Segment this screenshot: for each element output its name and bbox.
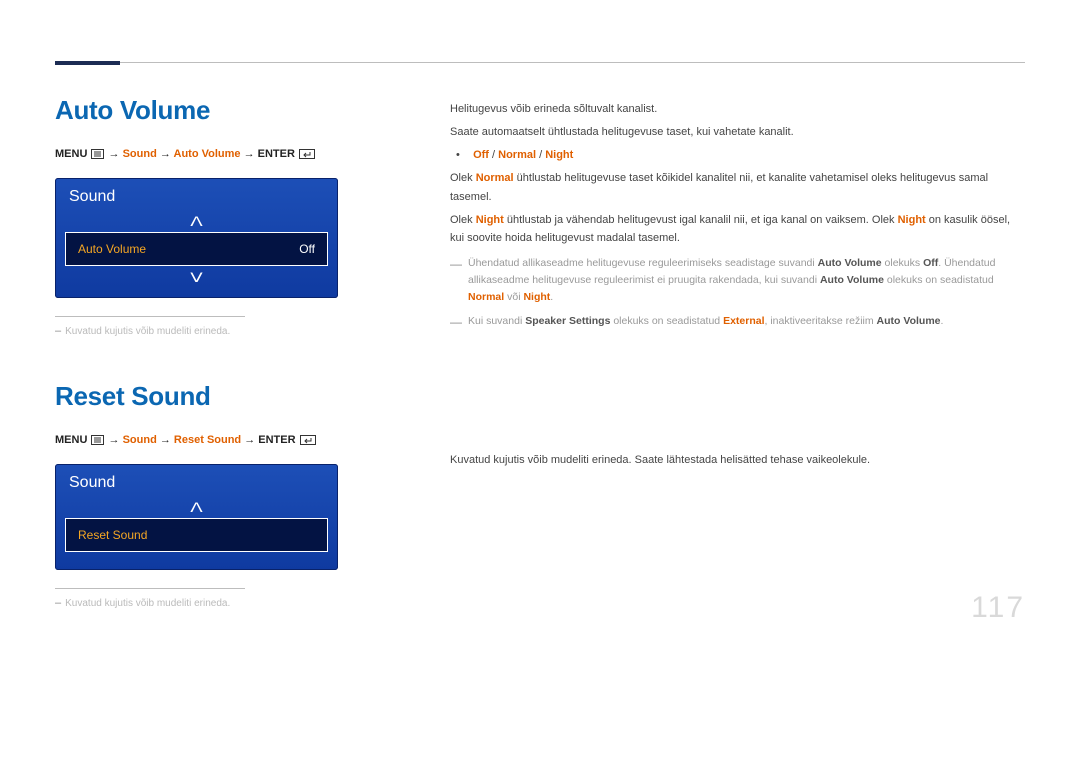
- opt-sep: /: [536, 149, 545, 161]
- bc-arrow: →: [244, 434, 255, 446]
- body-p3: Olek Normal ühtlustab helitugevuse taset…: [450, 169, 1025, 205]
- options-bullet: Off / Normal / Night: [450, 146, 1025, 164]
- note-2: ― Kui suvandi Speaker Settings olekuks o…: [450, 313, 1025, 332]
- note-1-text: Ühendatud allikaseadme helitugevuse regu…: [468, 255, 1025, 305]
- reset-body-p: Kuvatud kujutis võib mudeliti erineda. S…: [450, 451, 1025, 469]
- chevron-down-icon[interactable]: ᐯ: [55, 270, 338, 284]
- opt-off: Off: [473, 149, 489, 161]
- heading-reset-sound: Reset Sound: [55, 381, 450, 412]
- footnote-text: Kuvatud kujutis võib mudeliti erineda.: [65, 326, 230, 337]
- dash-icon: –: [55, 597, 61, 609]
- bc-item: Reset Sound: [174, 434, 241, 446]
- osd-panel-reset-sound: Sound ᐱ Reset Sound: [55, 464, 338, 570]
- body-p2: Saate automaatselt ühtlustada helitugevu…: [450, 123, 1025, 141]
- dash-icon: ―: [450, 313, 462, 332]
- breadcrumb-reset-sound: MENU → Sound → Reset Sound → ENTER: [55, 434, 450, 448]
- footnote-reset-sound: –Kuvatud kujutis võib mudeliti erineda.: [55, 597, 450, 609]
- enter-icon: [299, 149, 315, 162]
- right-column: Helitugevus võib erineda sõltuvalt kanal…: [450, 60, 1025, 653]
- panel-row-auto-volume[interactable]: Auto Volume Off: [65, 232, 328, 266]
- bc-arrow: →: [160, 434, 171, 446]
- footnote-rule: [55, 588, 245, 589]
- opt-night: Night: [545, 149, 573, 161]
- heading-auto-volume: Auto Volume: [55, 95, 450, 126]
- row-value: Off: [299, 242, 315, 256]
- chevron-up-icon[interactable]: ᐱ: [55, 500, 338, 514]
- page-number: 117: [971, 591, 1025, 625]
- note-1: ― Ühendatud allikaseadme helitugevuse re…: [450, 255, 1025, 305]
- bc-enter: ENTER: [258, 434, 295, 446]
- header-rule: [55, 62, 1025, 63]
- left-column: Auto Volume MENU → Sound → Auto Volume →…: [55, 60, 450, 653]
- body-p1: Helitugevus võib erineda sõltuvalt kanal…: [450, 100, 1025, 118]
- bc-arrow: →: [244, 148, 255, 160]
- footnote-rule: [55, 316, 245, 317]
- breadcrumb-auto-volume: MENU → Sound → Auto Volume → ENTER: [55, 148, 450, 162]
- opt-normal: Normal: [498, 149, 536, 161]
- panel-title: Sound: [55, 464, 338, 500]
- panel-row-reset-sound[interactable]: Reset Sound: [65, 518, 328, 552]
- bc-arrow: →: [160, 148, 171, 160]
- footnote-text: Kuvatud kujutis võib mudeliti erineda.: [65, 598, 230, 609]
- opt-sep: /: [489, 149, 498, 161]
- bc-sound: Sound: [123, 434, 157, 446]
- enter-icon: [300, 435, 316, 448]
- header-rule-accent: [55, 61, 120, 65]
- bc-enter: ENTER: [258, 148, 295, 160]
- page: Auto Volume MENU → Sound → Auto Volume →…: [0, 0, 1080, 653]
- section-auto-volume: Auto Volume MENU → Sound → Auto Volume →…: [55, 95, 450, 337]
- osd-panel-auto-volume: Sound ᐱ Auto Volume Off ᐯ: [55, 178, 338, 298]
- menu-icon: [91, 149, 104, 162]
- row-label: Reset Sound: [78, 528, 147, 542]
- bc-item: Auto Volume: [174, 148, 241, 160]
- bc-sound: Sound: [123, 148, 157, 160]
- bc-arrow: →: [109, 148, 120, 160]
- dash-icon: –: [55, 325, 61, 337]
- bc-menu: MENU: [55, 148, 87, 160]
- section-reset-sound: Reset Sound MENU → Sound → Reset Sound →…: [55, 381, 450, 609]
- body-p4: Olek Night ühtlustab ja vähendab helitug…: [450, 211, 1025, 247]
- bc-arrow: →: [109, 434, 120, 446]
- row-label: Auto Volume: [78, 242, 146, 256]
- menu-icon: [91, 435, 104, 448]
- panel-title: Sound: [55, 178, 338, 214]
- dash-icon: ―: [450, 255, 462, 305]
- chevron-up-icon[interactable]: ᐱ: [55, 214, 338, 228]
- bc-menu: MENU: [55, 434, 87, 446]
- footnote-auto-volume: –Kuvatud kujutis võib mudeliti erineda.: [55, 325, 450, 337]
- note-2-text: Kui suvandi Speaker Settings olekuks on …: [468, 313, 1025, 332]
